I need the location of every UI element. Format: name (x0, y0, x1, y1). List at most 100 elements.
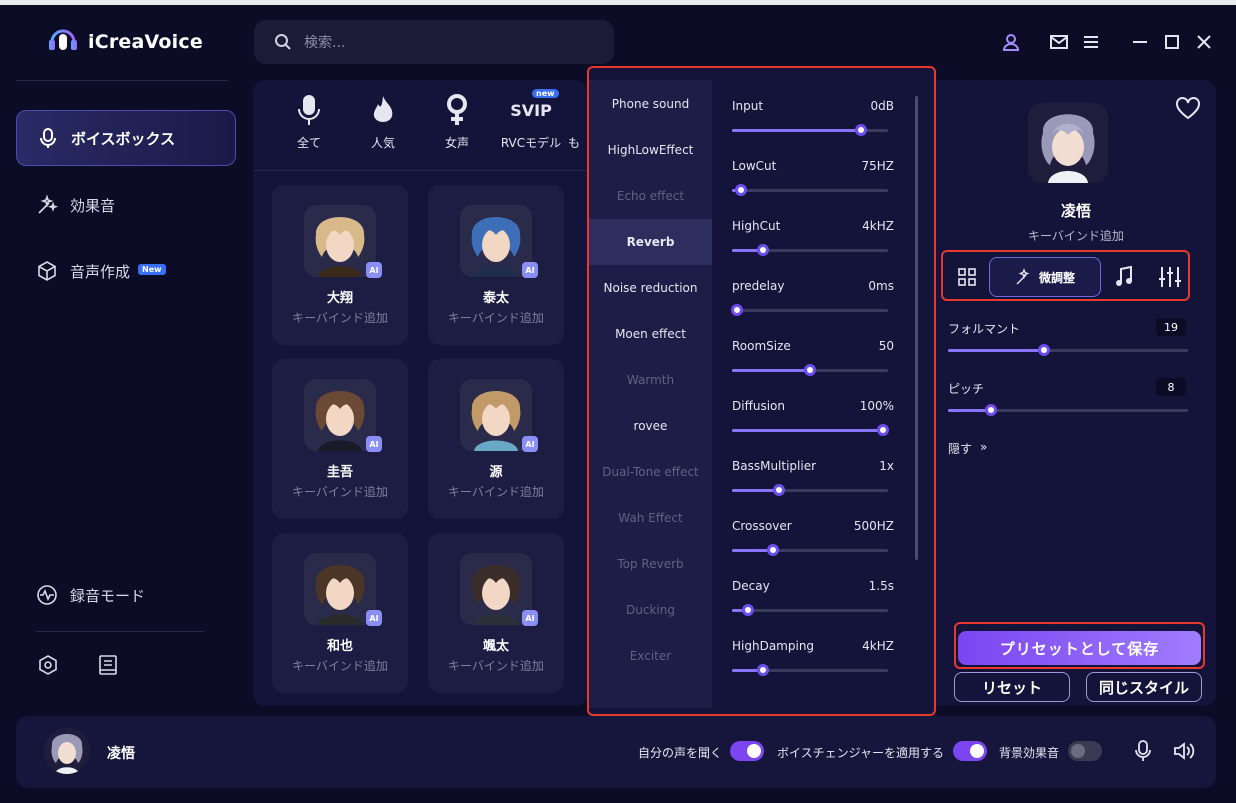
save-preset-button[interactable]: プリセットとして保存 (958, 631, 1201, 665)
settings-icon[interactable] (37, 654, 59, 676)
voice-card[interactable]: AI 泰太 キーバインド追加 (428, 185, 564, 345)
param-slider[interactable] (732, 244, 888, 256)
tab-more[interactable]: も (568, 92, 582, 151)
menu-icon[interactable] (1081, 32, 1101, 52)
headset-mic-icon (49, 29, 77, 56)
param-slider[interactable] (732, 364, 888, 376)
param-row: RoomSize 50 (732, 339, 894, 376)
voice-name: 和也 (326, 639, 353, 654)
tab-popular[interactable]: 人気 (346, 92, 420, 151)
voice-name: 大翔 (326, 291, 353, 306)
tab-female[interactable]: 女声 (420, 92, 494, 151)
effect-item[interactable]: Top Reverb (589, 541, 712, 587)
effect-item[interactable]: Exciter (589, 633, 712, 679)
effect-item[interactable]: Phone sound (589, 81, 712, 127)
param-value: 0dB (870, 99, 894, 113)
formant-slider-handle[interactable] (1038, 344, 1050, 356)
grid-icon[interactable] (957, 267, 977, 287)
book-icon[interactable] (97, 654, 119, 676)
search-input[interactable]: 検索... (304, 32, 345, 52)
apply-changer-toggle[interactable] (953, 741, 987, 761)
equalizer-icon[interactable] (1158, 265, 1182, 289)
param-value: 100% (859, 399, 894, 413)
sidebar-item-voicebox[interactable]: ボイスボックス (16, 110, 236, 166)
minimize-icon[interactable] (1130, 32, 1150, 52)
param-slider-handle[interactable] (804, 364, 816, 376)
mail-icon[interactable] (1049, 32, 1069, 52)
param-slider[interactable] (732, 124, 888, 136)
ai-badge: AI (366, 262, 382, 278)
param-slider[interactable] (732, 424, 890, 436)
user-icon[interactable] (1001, 32, 1021, 52)
heart-icon[interactable] (1175, 97, 1201, 121)
sidebar-item-record-mode[interactable]: 録音モード (16, 567, 236, 623)
hide-toggle[interactable]: 隠す » (948, 440, 987, 457)
params-scrollbar[interactable] (915, 96, 918, 560)
ai-badge: AI (366, 610, 382, 626)
param-slider[interactable] (732, 664, 888, 676)
keybind-add-link[interactable]: キーバインド追加 (428, 309, 564, 326)
speaker-icon[interactable] (1173, 741, 1195, 761)
sidebar-item-voice-create[interactable]: 音声作成 New (16, 243, 236, 299)
voice-card[interactable]: AI 颯太 キーバインド追加 (428, 533, 564, 693)
pitch-slider[interactable] (948, 404, 1188, 416)
param-slider[interactable] (732, 544, 888, 556)
formant-slider[interactable] (948, 344, 1188, 356)
close-icon[interactable] (1194, 32, 1214, 52)
voice-card[interactable]: AI 和也キーバインド追加 (272, 533, 408, 693)
pitch-value[interactable]: 8 (1156, 378, 1186, 396)
formant-label: フォルマント (948, 322, 1021, 336)
voice-card[interactable]: AI 源キーバインド追加 (428, 359, 564, 519)
tab-label: RVCモデル (500, 136, 562, 150)
effect-item[interactable]: Warmth (589, 357, 712, 403)
maximize-icon[interactable] (1162, 32, 1182, 52)
keybind-add-link[interactable]: キーバインド追加 (428, 657, 564, 674)
new-badge: new (532, 89, 559, 98)
param-slider-handle[interactable] (772, 484, 785, 496)
listen-toggle[interactable] (730, 741, 764, 761)
voice-card[interactable]: AI 圭吾 キーバインド追加 (272, 359, 408, 519)
param-slider[interactable] (732, 604, 888, 616)
param-slider-handle[interactable] (741, 604, 754, 616)
music-note-icon[interactable] (1114, 265, 1134, 289)
param-name: Diffusion (732, 399, 785, 413)
reset-button[interactable]: リセット (954, 672, 1070, 702)
sidebar-item-sound-effects[interactable]: 効果音 (16, 177, 236, 233)
formant-value[interactable]: 19 (1156, 318, 1186, 336)
keybind-add-link[interactable]: キーバインド追加 (936, 227, 1216, 244)
tab-label: 人気 (370, 136, 395, 150)
effect-item[interactable]: Wah Effect (589, 495, 712, 541)
param-slider-handle[interactable] (766, 544, 779, 556)
tab-rvc-model[interactable]: SVIP new RVCモデル (494, 89, 568, 151)
keybind-add-link[interactable]: キーバインド追加 (272, 657, 408, 674)
bgm-toggle[interactable] (1068, 741, 1102, 761)
param-slider[interactable] (732, 184, 888, 196)
effect-item[interactable]: Dual-Tone effect (589, 449, 712, 495)
keybind-add-link[interactable]: キーバインド追加 (428, 483, 564, 500)
param-slider[interactable] (730, 304, 888, 316)
param-value: 500HZ (853, 519, 894, 533)
param-value: 75HZ (861, 159, 894, 173)
param-value: 1x (879, 459, 894, 473)
finetune-tab[interactable]: 微調整 (989, 257, 1101, 297)
mic-icon (40, 128, 56, 148)
effect-item[interactable]: rovee (589, 403, 712, 449)
param-value: 0ms (868, 279, 894, 293)
new-badge: New (138, 263, 166, 275)
param-slider[interactable] (732, 484, 888, 496)
effect-item[interactable]: Reverb (589, 219, 712, 265)
same-style-button[interactable]: 同じスタイル (1086, 672, 1202, 702)
effect-item[interactable]: Ducking (589, 587, 712, 633)
effect-item[interactable]: HighLowEffect (589, 127, 712, 173)
effect-item[interactable]: Echo effect (589, 173, 712, 219)
effect-item[interactable]: Noise reduction (589, 265, 712, 311)
param-slider-handle[interactable] (730, 304, 743, 316)
keybind-add-link[interactable]: キーバインド追加 (272, 309, 408, 326)
tab-all[interactable]: 全て (272, 92, 346, 151)
effect-item[interactable]: Moen effect (589, 311, 712, 357)
keybind-add-link[interactable]: キーバインド追加 (272, 483, 408, 500)
voice-card[interactable]: AI 大翔キーバインド追加 (272, 185, 408, 345)
param-row: BassMultiplier 1x (732, 459, 894, 496)
search-bar[interactable]: 検索... (254, 20, 614, 64)
mic-icon[interactable] (1134, 740, 1152, 762)
